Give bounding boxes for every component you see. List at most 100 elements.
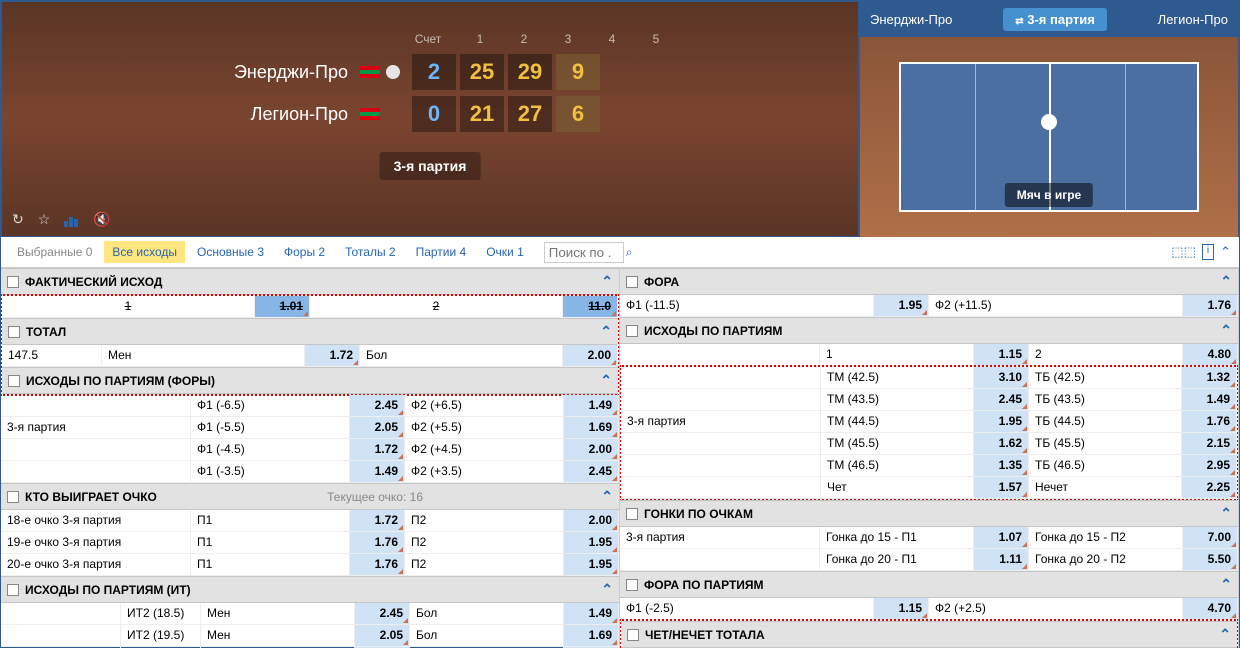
collapse-icon[interactable]: ⌃ (601, 273, 613, 290)
odd-cell[interactable]: 1.76 (350, 532, 405, 553)
checkbox[interactable] (7, 584, 19, 596)
odd-cell[interactable]: 2.05 (355, 625, 410, 646)
odd-cell[interactable]: 1.72 (305, 345, 360, 366)
checkbox[interactable] (8, 326, 20, 338)
odd-cell[interactable]: 2.00 (564, 439, 619, 460)
odd-cell[interactable]: 1.95 (564, 554, 619, 575)
odd-cell[interactable]: 1.69 (564, 417, 619, 438)
menu-totals[interactable]: Тоталы 2 (337, 241, 403, 263)
market-oddeven-header[interactable]: ЧЕТ/НЕЧЕТ ТОТАЛА ⌃ (621, 621, 1237, 648)
collapse-icon[interactable]: ⌃ (1220, 505, 1232, 522)
checkbox[interactable] (7, 276, 19, 288)
odd-cell[interactable]: 1.95 (974, 411, 1029, 432)
market-setout-header[interactable]: ИСХОДЫ ПО ПАРТИЯМ ⌃ (620, 317, 1238, 344)
market-it-header[interactable]: ИСХОДЫ ПО ПАРТИЯМ (ИТ) ⌃ (1, 576, 619, 603)
menu-selected[interactable]: Выбранные 0 (9, 241, 100, 263)
odd-cell[interactable]: 1.49 (1182, 389, 1237, 410)
odd-cell[interactable]: 1.11 (974, 549, 1029, 570)
odd-cell[interactable]: 2.00 (563, 345, 618, 366)
odd-cell[interactable]: 7.00 (1183, 527, 1238, 548)
collapse-icon[interactable]: ⌃ (1219, 626, 1231, 643)
menu-all[interactable]: Все исходы (104, 241, 185, 263)
menu-points[interactable]: Очки 1 (478, 241, 532, 263)
odd-cell[interactable]: 2.05 (350, 417, 405, 438)
checkbox[interactable] (626, 508, 638, 520)
checkbox[interactable] (626, 325, 638, 337)
markets-menu: Выбранные 0 Все исходы Основные 3 Форы 2… (1, 237, 1239, 268)
collapse-icon[interactable]: ⌃ (600, 372, 612, 389)
market-setfora2-header[interactable]: ФОРА ПО ПАРТИЯМ ⌃ (620, 571, 1238, 598)
layout-icon[interactable]: ⬚⬚ (1171, 244, 1196, 260)
odd-cell[interactable]: 3.10 (974, 367, 1029, 388)
odd-cell[interactable]: 1.49 (564, 603, 619, 624)
odd-cell[interactable]: 1.49 (350, 461, 405, 482)
market-total-header[interactable]: ТОТАЛ ⌃ (2, 318, 618, 345)
odd-cell[interactable]: 1.95 (564, 532, 619, 553)
markets-left-column: ФАКТИЧЕСКИЙ ИСХОД ⌃ 1 1.01 2 11.0 ТОТАЛ … (1, 268, 620, 648)
menu-sets[interactable]: Партии 4 (408, 241, 475, 263)
star-icon[interactable]: ☆ (38, 211, 51, 228)
refresh-icon[interactable]: ↻ (12, 211, 24, 228)
odd-cell[interactable]: 2.45 (974, 389, 1029, 410)
odd-cell[interactable]: 1.07 (974, 527, 1029, 548)
odd-cell[interactable]: 1.72 (350, 510, 405, 531)
info-icon[interactable]: i (1202, 244, 1214, 260)
market-setfora-header[interactable]: ИСХОДЫ ПО ПАРТИЯМ (ФОРЫ) ⌃ (2, 367, 618, 394)
market-factual-header[interactable]: ФАКТИЧЕСКИЙ ИСХОД ⌃ (1, 268, 619, 295)
checkbox[interactable] (8, 375, 20, 387)
odd-cell[interactable]: 1.49 (564, 395, 619, 416)
odd-cell[interactable]: 1.35 (974, 455, 1029, 476)
odd-cell[interactable]: 2.25 (1182, 477, 1237, 498)
odd-cell[interactable]: 1.32 (1182, 367, 1237, 388)
market-fora-header[interactable]: ФОРА ⌃ (620, 268, 1238, 295)
court-team2: Легион-Про (1158, 12, 1228, 27)
market-row: 3-я партияГонка до 15 - П11.07Гонка до 1… (620, 527, 1238, 549)
court-set-button[interactable]: ⇄ 3-я партия (1003, 8, 1107, 31)
odd-cell[interactable]: 1.01 (255, 296, 310, 317)
odd-cell[interactable]: 1.76 (350, 554, 405, 575)
odd-cell[interactable]: 1.15 (874, 598, 929, 619)
market-pointwin-header[interactable]: КТО ВЫИГРАЕТ ОЧКО Текущее очко: 16 ⌃ (1, 483, 619, 510)
collapse-icon[interactable]: ⌃ (601, 488, 613, 505)
odd-cell[interactable]: 1.15 (974, 344, 1029, 365)
checkbox[interactable] (7, 491, 19, 503)
odd-cell[interactable]: 2.95 (1182, 455, 1237, 476)
team2-flag-icon (360, 108, 380, 120)
market-row: Чет1.57Нечет2.25 (621, 477, 1237, 499)
odd-cell[interactable]: 1.72 (350, 439, 405, 460)
collapse-icon[interactable]: ⌃ (601, 581, 613, 598)
odd-cell[interactable]: 2.15 (1182, 433, 1237, 454)
odd-cell[interactable]: 2.45 (350, 395, 405, 416)
market-row: 20-е очко 3-я партияП11.76П21.95 (1, 554, 619, 576)
collapse-icon[interactable]: ⌃ (1220, 322, 1232, 339)
stats-icon[interactable] (64, 211, 79, 228)
odd-cell[interactable]: 11.0 (563, 296, 618, 317)
odd-cell[interactable]: 1.76 (1182, 411, 1237, 432)
odd-cell[interactable]: 4.70 (1183, 598, 1238, 619)
odd-cell[interactable]: 5.50 (1183, 549, 1238, 570)
checkbox[interactable] (626, 579, 638, 591)
odd-cell[interactable]: 1.62 (974, 433, 1029, 454)
odd-cell[interactable]: 2.00 (564, 510, 619, 531)
team1-sets: 2 (412, 54, 456, 90)
market-race-header[interactable]: ГОНКИ ПО ОЧКАМ ⌃ (620, 500, 1238, 527)
odd-cell[interactable]: 1.76 (1183, 295, 1238, 316)
odd-cell[interactable]: 1.57 (974, 477, 1029, 498)
collapse-icon[interactable]: ⌃ (600, 323, 612, 340)
collapse-all-icon[interactable]: ⌃ (1220, 244, 1231, 260)
checkbox[interactable] (627, 629, 639, 641)
menu-fora[interactable]: Форы 2 (276, 241, 333, 263)
odd-cell[interactable]: 1.69 (564, 625, 619, 646)
ball-icon (1041, 114, 1057, 130)
collapse-icon[interactable]: ⌃ (1220, 273, 1232, 290)
odd-cell[interactable]: 2.45 (355, 603, 410, 624)
mute-icon[interactable]: 🔇 (93, 211, 110, 228)
odd-cell[interactable]: 4.80 (1183, 344, 1238, 365)
search-icon[interactable]: ⌕ (626, 245, 633, 260)
odd-cell[interactable]: 1.95 (874, 295, 929, 316)
collapse-icon[interactable]: ⌃ (1220, 576, 1232, 593)
checkbox[interactable] (626, 276, 638, 288)
search-input[interactable] (544, 242, 624, 263)
menu-main[interactable]: Основные 3 (189, 241, 272, 263)
odd-cell[interactable]: 2.45 (564, 461, 619, 482)
